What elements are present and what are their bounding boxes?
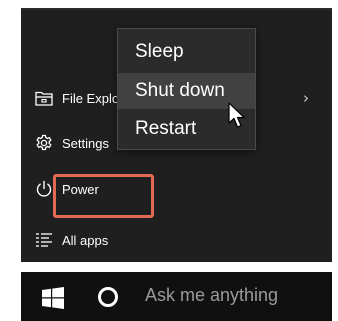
power-option-sleep[interactable]: Sleep (118, 34, 255, 70)
power-options-menu: Sleep Shut down Restart (117, 28, 256, 150)
power-icon (34, 179, 54, 199)
cortana-circle-icon[interactable] (97, 286, 119, 308)
all-apps-icon (34, 230, 54, 250)
windows-logo-icon[interactable] (42, 287, 64, 309)
start-menu-item-label: Settings (62, 135, 109, 151)
file-explorer-icon (34, 88, 54, 108)
screenshot-frame: File Explorer › Settings (0, 0, 338, 321)
start-menu-divider (21, 8, 332, 10)
gear-icon (34, 133, 54, 153)
start-menu-item-label: File Explorer (62, 90, 120, 106)
mouse-cursor-icon (228, 102, 248, 130)
start-menu-item-label: All apps (62, 232, 109, 248)
search-box-placeholder[interactable]: Ask me anything (145, 285, 278, 306)
power-highlight-annotation (53, 174, 154, 218)
taskbar: Ask me anything (21, 272, 332, 321)
start-menu-item-all-apps[interactable]: All apps (21, 220, 332, 260)
chevron-right-icon[interactable]: › (303, 89, 309, 107)
